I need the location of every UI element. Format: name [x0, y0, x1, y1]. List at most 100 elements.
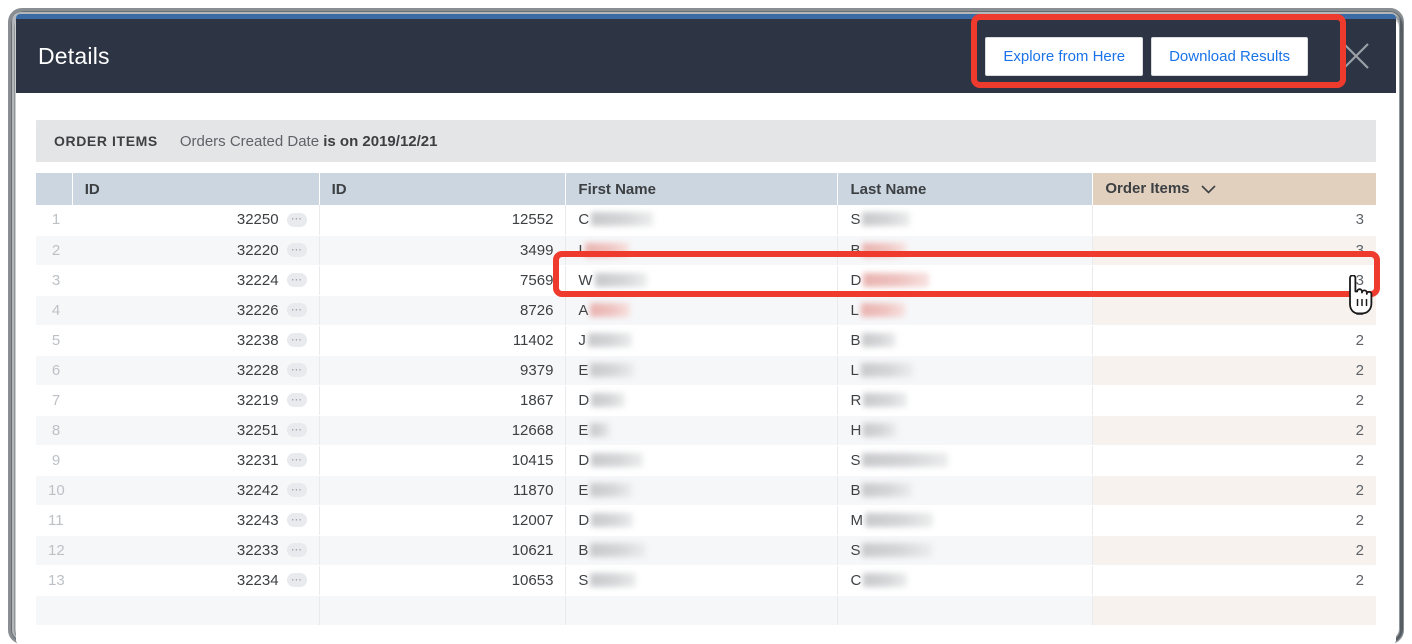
cell-order-items[interactable]: 2: [1093, 415, 1376, 445]
explore-from-here-button[interactable]: Explore from Here: [985, 37, 1143, 76]
cell-order-items[interactable]: 2: [1093, 385, 1376, 415]
cell-first-name[interactable]: I: [566, 235, 838, 265]
row-menu-ellipsis-icon[interactable]: ⋯: [287, 513, 307, 527]
column-header-last-name[interactable]: Last Name: [838, 173, 1093, 205]
cell-id2[interactable]: 7569: [319, 265, 566, 295]
cell-id1[interactable]: 32231⋯: [72, 445, 319, 475]
column-header-id1[interactable]: ID: [72, 173, 319, 205]
cell-id1[interactable]: 32220⋯: [72, 235, 319, 265]
cell-last-name[interactable]: D: [838, 265, 1093, 295]
cell-first-name[interactable]: D: [566, 445, 838, 475]
table-row[interactable]: 932231⋯10415DS2: [36, 445, 1376, 475]
cell-id2[interactable]: 10653: [319, 565, 566, 595]
cell-order-items[interactable]: 3: [1093, 235, 1376, 265]
table-row[interactable]: 432226⋯8726AL2: [36, 295, 1376, 325]
cell-id1[interactable]: 32224⋯: [72, 265, 319, 295]
row-menu-ellipsis-icon[interactable]: ⋯: [287, 213, 307, 227]
table-row[interactable]: 332224⋯7569WD3: [36, 265, 1376, 295]
cell-last-name[interactable]: L: [838, 295, 1093, 325]
row-menu-ellipsis-icon[interactable]: ⋯: [287, 423, 307, 437]
row-menu-ellipsis-icon[interactable]: ⋯: [287, 303, 307, 317]
cell-order-items[interactable]: 2: [1093, 475, 1376, 505]
cell-first-name[interactable]: E: [566, 355, 838, 385]
cell-first-name[interactable]: W: [566, 265, 838, 295]
cell-last-name[interactable]: B: [838, 475, 1093, 505]
row-menu-ellipsis-icon[interactable]: ⋯: [287, 363, 307, 377]
cell-id1[interactable]: 32242⋯: [72, 475, 319, 505]
cell-id1[interactable]: 32243⋯: [72, 505, 319, 535]
cell-id1[interactable]: 32233⋯: [72, 535, 319, 565]
cell-order-items[interactable]: 2: [1093, 355, 1376, 385]
column-header-first-name[interactable]: First Name: [566, 173, 838, 205]
cell-last-name[interactable]: S: [838, 205, 1093, 235]
cell-id2[interactable]: 12007: [319, 505, 566, 535]
cell-order-items[interactable]: 3: [1093, 265, 1376, 295]
cell-first-name[interactable]: D: [566, 505, 838, 535]
cell-order-items[interactable]: 2: [1093, 505, 1376, 535]
cell-order-items[interactable]: 3: [1093, 205, 1376, 235]
cell-order-items[interactable]: 2: [1093, 445, 1376, 475]
column-header-order-items[interactable]: Order Items: [1093, 173, 1376, 205]
cell-last-name[interactable]: S: [838, 535, 1093, 565]
cell-last-name[interactable]: L: [838, 355, 1093, 385]
results-table-container[interactable]: ID ID First Name Last Name Order Items: [36, 173, 1376, 626]
cell-last-name[interactable]: H: [838, 415, 1093, 445]
cell-id2[interactable]: 12552: [319, 205, 566, 235]
row-menu-ellipsis-icon[interactable]: ⋯: [287, 273, 307, 287]
download-results-button[interactable]: Download Results: [1151, 37, 1308, 76]
cell-last-name[interactable]: C: [838, 565, 1093, 595]
cell-id1[interactable]: 32234⋯: [72, 565, 319, 595]
cell-id2[interactable]: 11402: [319, 325, 566, 355]
cell-order-items[interactable]: 2: [1093, 535, 1376, 565]
cell-last-name[interactable]: S: [838, 445, 1093, 475]
table-row[interactable]: 832251⋯12668EH2: [36, 415, 1376, 445]
row-menu-ellipsis-icon[interactable]: ⋯: [287, 453, 307, 467]
cell-id2[interactable]: 1867: [319, 385, 566, 415]
cell-first-name[interactable]: C: [566, 205, 838, 235]
row-menu-ellipsis-icon[interactable]: ⋯: [287, 573, 307, 587]
chevron-down-icon[interactable]: [1201, 181, 1216, 198]
row-menu-ellipsis-icon[interactable]: ⋯: [287, 393, 307, 407]
table-row[interactable]: 132250⋯12552CS3: [36, 205, 1376, 235]
cell-first-name[interactable]: S: [566, 565, 838, 595]
row-menu-ellipsis-icon[interactable]: ⋯: [287, 333, 307, 347]
cell-id2[interactable]: 3499: [319, 235, 566, 265]
cell-id2[interactable]: 10415: [319, 445, 566, 475]
row-menu-ellipsis-icon[interactable]: ⋯: [287, 483, 307, 497]
cell-last-name[interactable]: R: [838, 385, 1093, 415]
table-row[interactable]: 1132243⋯12007DM2: [36, 505, 1376, 535]
cell-id2[interactable]: 10621: [319, 535, 566, 565]
table-row[interactable]: 1232233⋯10621BS2: [36, 535, 1376, 565]
cell-order-items[interactable]: 2: [1093, 295, 1376, 325]
row-menu-ellipsis-icon[interactable]: ⋯: [287, 543, 307, 557]
cell-id1[interactable]: 32238⋯: [72, 325, 319, 355]
table-row[interactable]: 532238⋯11402JB2: [36, 325, 1376, 355]
table-row[interactable]: 1032242⋯11870EB2: [36, 475, 1376, 505]
row-menu-ellipsis-icon[interactable]: ⋯: [287, 243, 307, 257]
cell-order-items[interactable]: 2: [1093, 565, 1376, 595]
cell-last-name[interactable]: B: [838, 325, 1093, 355]
cell-id2[interactable]: 9379: [319, 355, 566, 385]
cell-first-name[interactable]: D: [566, 385, 838, 415]
cell-last-name[interactable]: M: [838, 505, 1093, 535]
cell-first-name[interactable]: A: [566, 295, 838, 325]
cell-first-name[interactable]: J: [566, 325, 838, 355]
cell-first-name[interactable]: E: [566, 475, 838, 505]
cell-first-name[interactable]: E: [566, 415, 838, 445]
table-row[interactable]: 1332234⋯10653SC2: [36, 565, 1376, 595]
cell-id1[interactable]: 32250⋯: [72, 205, 319, 235]
cell-id1[interactable]: 32228⋯: [72, 355, 319, 385]
close-icon[interactable]: [1334, 34, 1378, 78]
cell-id1[interactable]: 32226⋯: [72, 295, 319, 325]
table-row[interactable]: 232220⋯3499IB3: [36, 235, 1376, 265]
cell-id1[interactable]: 32251⋯: [72, 415, 319, 445]
cell-id2[interactable]: 11870: [319, 475, 566, 505]
table-row-partial[interactable]: [36, 595, 1376, 625]
table-row[interactable]: 632228⋯9379EL2: [36, 355, 1376, 385]
cell-last-name[interactable]: B: [838, 235, 1093, 265]
cell-first-name[interactable]: B: [566, 535, 838, 565]
cell-id2[interactable]: 8726: [319, 295, 566, 325]
column-header-id2[interactable]: ID: [319, 173, 566, 205]
table-row[interactable]: 732219⋯1867DR2: [36, 385, 1376, 415]
cell-order-items[interactable]: 2: [1093, 325, 1376, 355]
